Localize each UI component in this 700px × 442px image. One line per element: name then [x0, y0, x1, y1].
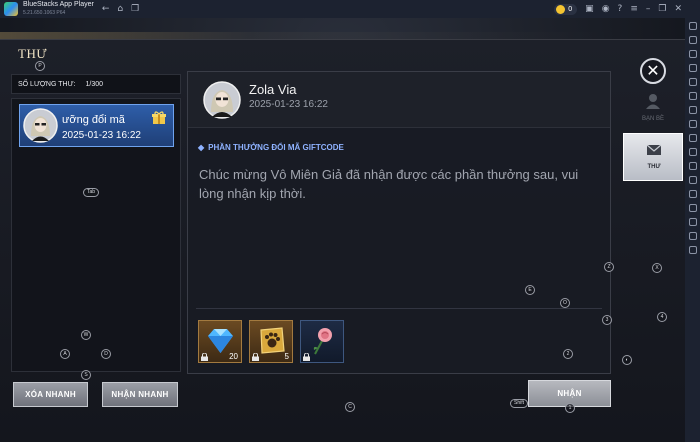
game-viewport: THƯ ✕ SỐ LƯỢNG THƯ: 1/300 ưỡng đổi mã 20…: [0, 18, 685, 442]
coin-counter[interactable]: 0: [554, 3, 578, 15]
sidebar-settings-icon[interactable]: [688, 246, 697, 254]
sender-name: Zola Via: [249, 82, 297, 97]
key-hint-x: X: [652, 263, 662, 273]
divider: [196, 308, 602, 309]
minimize-icon[interactable]: –: [646, 4, 651, 14]
sender-avatar-icon: [23, 108, 58, 143]
key-hint-d: D: [101, 349, 111, 359]
attachment-item[interactable]: [300, 320, 344, 363]
bullet-icon: ◆: [198, 143, 205, 152]
close-window-icon[interactable]: ✕: [674, 4, 682, 14]
reward-heading-text: PHẦN THƯỞNG ĐỔI MÃ GIFTCODE: [208, 143, 344, 152]
coin-value: 0: [568, 5, 573, 13]
sidebar-shake-icon[interactable]: [688, 176, 697, 184]
home-icon[interactable]: ⌂: [117, 4, 123, 14]
receive-all-button[interactable]: NHẬN NHANH: [102, 382, 178, 407]
attachment-quantity: 5: [284, 352, 289, 361]
attachment-list: 20 5: [198, 320, 344, 363]
mail-detail-header: Zola Via 2025-01-23 16:22: [188, 72, 610, 128]
bluestacks-title-bar: BlueStacks App Player 5.21.650.1063 P64 …: [0, 0, 700, 18]
coin-icon: [556, 4, 566, 14]
key-hint-3: 3: [602, 315, 612, 325]
rose-icon: [313, 328, 332, 355]
app-title: BlueStacks App Player: [23, 1, 94, 8]
key-hint-z: Z: [604, 262, 614, 272]
close-button[interactable]: ✕: [640, 58, 666, 84]
mail-count-value: 1/300: [85, 80, 104, 88]
mail-detail-panel: Zola Via 2025-01-23 16:22 ◆ PHẦN THƯỞNG Đ…: [187, 71, 611, 374]
key-hint-shift: Shift: [510, 399, 529, 408]
notification-icon[interactable]: ▣: [585, 4, 594, 14]
sidebar-keyboard-icon[interactable]: [688, 36, 697, 44]
mail-item-title: ưỡng đổi mã: [62, 114, 125, 126]
mail-list-item[interactable]: ưỡng đổi mã 2025-01-23 16:22: [19, 104, 174, 147]
account-icon[interactable]: ◉: [602, 4, 610, 14]
tab-mail-label: THƯ: [647, 164, 661, 170]
sidebar-rotate-icon[interactable]: [688, 120, 697, 128]
attachment-item[interactable]: 20: [198, 320, 242, 363]
friends-icon: [646, 94, 660, 109]
key-hint-c: C: [345, 402, 355, 412]
bluestacks-logo-icon: [4, 2, 18, 16]
mail-count-label: SỐ LƯỢNG THƯ:: [18, 80, 76, 88]
tab-friends-label: BẠN BÈ: [641, 116, 664, 122]
tab-friends[interactable]: BẠN BÈ: [623, 86, 683, 132]
gift-icon: [152, 111, 166, 124]
mail-body: Chúc mừng Vô Miên Giả đã nhận được các p…: [199, 167, 579, 201]
bluestacks-sidebar: [685, 18, 700, 442]
sidebar-apk-icon[interactable]: [688, 50, 697, 58]
sidebar-location-icon[interactable]: [688, 190, 697, 198]
key-hint-4: 4: [657, 312, 667, 322]
sidebar-sync-icon[interactable]: [688, 92, 697, 100]
mail-count-bar: SỐ LƯỢNG THƯ: 1/300: [11, 74, 181, 94]
key-hint-w: W: [81, 330, 91, 340]
sidebar-store-icon[interactable]: [688, 64, 697, 72]
attachment-item[interactable]: 5: [249, 320, 293, 363]
envelope-icon: [646, 144, 662, 155]
mail-item-date: 2025-01-23 16:22: [62, 130, 141, 141]
sidebar-media-icon[interactable]: [688, 162, 697, 170]
sidebar-layers-icon[interactable]: [688, 218, 697, 226]
sidebar-record-icon[interactable]: [688, 148, 697, 156]
help-icon[interactable]: ?: [618, 4, 623, 14]
app-version: 5.21.650.1063 P64: [23, 10, 66, 16]
mail-list[interactable]: ưỡng đổi mã 2025-01-23 16:22: [11, 98, 181, 372]
back-icon[interactable]: ←: [102, 4, 110, 14]
reward-heading: ◆ PHẦN THƯỞNG ĐỔI MÃ GIFTCODE: [198, 143, 344, 152]
sidebar-expand-icon[interactable]: [688, 22, 697, 30]
title-bar-controls: 0 ▣ ◉ ? ≡ – ❐ ✕: [554, 0, 682, 18]
sidebar-eco-icon[interactable]: [688, 106, 697, 114]
key-hint-e: E: [525, 285, 535, 295]
key-hint-p: P: [35, 61, 45, 71]
key-hint-a: A: [60, 349, 70, 359]
sidebar-screenshot-icon[interactable]: [688, 134, 697, 142]
key-hint-tab: Tab: [83, 188, 100, 197]
mouse-hint-icon: ◐: [622, 355, 632, 365]
sent-date: 2025-01-23 16:22: [249, 99, 328, 110]
multi-instance-icon[interactable]: ❐: [131, 4, 139, 14]
restore-icon[interactable]: ❐: [658, 4, 666, 14]
app-title-block: BlueStacks App Player 5.21.650.1063 P64: [23, 1, 94, 17]
key-hint-o: O: [560, 298, 570, 308]
lock-icon: [252, 353, 259, 361]
lock-icon: [201, 353, 208, 361]
delete-all-button[interactable]: XÓA NHANH: [13, 382, 88, 407]
attachment-quantity: 20: [229, 352, 238, 361]
page-title: THƯ: [18, 46, 47, 61]
key-hint-1: 1: [565, 403, 575, 413]
paw-scroll-icon: [260, 327, 285, 354]
sidebar-macro-icon[interactable]: [688, 78, 697, 86]
sidebar-more-icon[interactable]: [688, 232, 697, 240]
key-hint-2: 2: [563, 349, 573, 359]
sidebar-volume-icon[interactable]: [688, 204, 697, 212]
key-hint-s: S: [81, 370, 91, 380]
menu-icon[interactable]: ≡: [630, 4, 638, 14]
lock-icon: [303, 353, 310, 361]
tab-mail[interactable]: THƯ: [623, 133, 683, 181]
sender-avatar-icon: [203, 81, 241, 119]
